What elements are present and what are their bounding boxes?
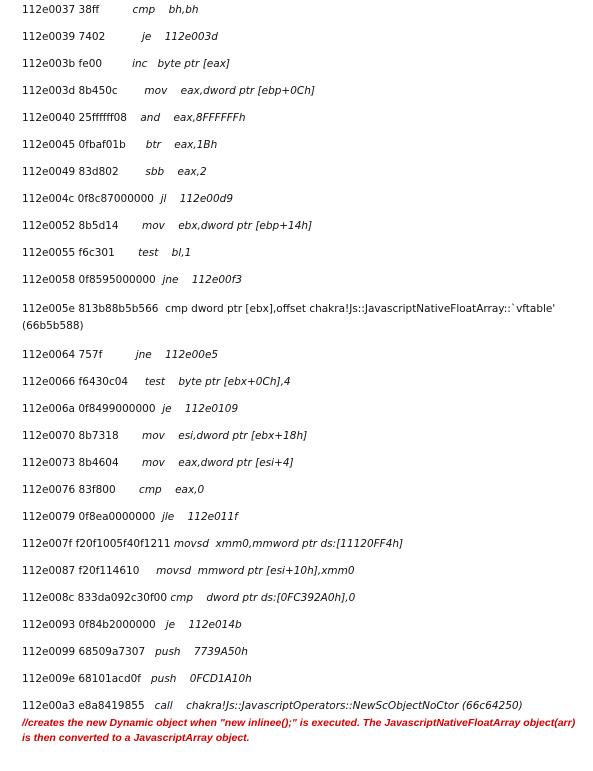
address: 112e008c 833da092c30f00	[22, 592, 168, 604]
asm-line: 112e0045 0fbaf01b btr eax,1Bh	[22, 139, 217, 152]
instruction: btr eax,1Bh	[145, 139, 218, 151]
instruction: mov ebx,dword ptr [ebp+14h]	[142, 220, 313, 232]
asm-line: 112e0037 38ff cmp bh,bh	[22, 4, 199, 17]
address: 112e0037 38ff	[22, 4, 100, 16]
instruction: jne 112e00f3	[162, 274, 243, 286]
asm-line: 112e0073 8b4604 mov eax,dword ptr [esi+4…	[22, 457, 294, 470]
address: 112e003b fe00	[22, 58, 103, 70]
address: 112e0087 f20f114610	[22, 565, 140, 577]
instruction: je 112e003d	[142, 31, 218, 43]
address: 112e005e 813b88b5b566	[22, 303, 159, 315]
asm-line: 112e003d 8b450c mov eax,dword ptr [ebp+0…	[22, 85, 315, 98]
address: 112e0073 8b4604	[22, 457, 119, 469]
instruction: jle 112e011f	[161, 511, 238, 523]
instruction: sbb eax,2	[145, 166, 207, 178]
instruction: movsd mmword ptr [esi+10h],xmm0	[156, 565, 355, 577]
address: 112e0045 0fbaf01b	[22, 139, 126, 151]
address: 112e0093 0f84b2000000	[22, 619, 156, 631]
instruction: and eax,8FFFFFFh	[140, 112, 246, 124]
address: 112e009e 68101acd0f	[22, 673, 141, 685]
address: 112e0040 25ffffff08	[22, 112, 127, 124]
asm-line: 112e0039 7402 je 112e003d	[22, 31, 218, 44]
instruction: cmp dword ptr ds:[0FC392A0h],0	[170, 592, 356, 604]
asm-line: 112e008c 833da092c30f00 cmp dword ptr ds…	[22, 592, 355, 605]
address: 112e0070 8b7318	[22, 430, 119, 442]
asm-line: 112e0064 757f jne 112e00e5	[22, 349, 218, 362]
asm-line: 112e0040 25ffffff08 and eax,8FFFFFFh	[22, 112, 245, 125]
instruction: jne 112e00e5	[135, 349, 219, 361]
code-comment: //creates the new Dynamic object when "n…	[22, 717, 576, 744]
asm-line: 112e0079 0f8ea0000000 jle 112e011f	[22, 511, 238, 524]
address: 112e0064 757f	[22, 349, 103, 361]
asm-line: 112e009e 68101acd0f push 0FCD1A10h	[22, 673, 252, 686]
asm-line: 112e006a 0f8499000000 je 112e0109	[22, 403, 238, 416]
instruction: test byte ptr [ebx+0Ch],4	[144, 376, 291, 388]
instruction: mov esi,dword ptr [ebx+18h]	[142, 430, 308, 442]
address: 112e0066 f6430c04	[22, 376, 129, 388]
asm-line: 112e0052 8b5d14 mov ebx,dword ptr [ebp+1…	[22, 220, 312, 233]
asm-line: 112e0055 f6c301 test bl,1	[22, 247, 191, 260]
address: 112e006a 0f8499000000	[22, 403, 156, 415]
instruction: test bl,1	[138, 247, 192, 259]
instruction: cmp bh,bh	[132, 4, 199, 16]
asm-line: 112e0087 f20f114610 movsd mmword ptr [es…	[22, 565, 355, 578]
asm-line: 112e003b fe00 inc byte ptr [eax]	[22, 58, 230, 71]
address: 112e0039 7402	[22, 31, 106, 43]
instruction: push 0FCD1A10h	[151, 673, 252, 685]
address: 112e0079 0f8ea0000000	[22, 511, 156, 523]
asm-line: 112e004c 0f8c87000000 jl 112e00d9	[22, 193, 233, 206]
asm-line: 112e0093 0f84b2000000 je 112e014b	[22, 619, 242, 632]
asm-line: 112e00a3 e8a8419855 call chakra!Js::Java…	[22, 700, 523, 713]
asm-line-wrapped: 112e005e 813b88b5b566 cmp dword ptr [ebx…	[22, 301, 587, 335]
asm-line: 112e007f f20f1005f40f1211 movsd xmm0,mmw…	[22, 538, 403, 551]
instruction: push 7739A50h	[155, 646, 248, 658]
address: 112e004c 0f8c87000000	[22, 193, 154, 205]
instruction: cmp eax,0	[139, 484, 205, 496]
address: 112e0055 f6c301	[22, 247, 115, 259]
asm-line: 112e0049 83d802 sbb eax,2	[22, 166, 207, 179]
instruction: inc byte ptr [eax]	[132, 58, 230, 70]
address: 112e007f f20f1005f40f1211	[22, 538, 171, 550]
instruction: mov eax,dword ptr [esi+4]	[142, 457, 294, 469]
asm-line: 112e0058 0f8595000000 jne 112e00f3	[22, 274, 242, 287]
instruction: jl 112e00d9	[160, 193, 234, 205]
instruction: movsd xmm0,mmword ptr ds:[11120FF4h]	[173, 538, 404, 550]
asm-line: 112e0099 68509a7307 push 7739A50h	[22, 646, 248, 659]
instruction: je 112e014b	[165, 619, 242, 631]
address: 112e0076 83f800	[22, 484, 116, 496]
asm-line: 112e0066 f6430c04 test byte ptr [ebx+0Ch…	[22, 376, 291, 389]
address: 112e0049 83d802	[22, 166, 119, 178]
address: 112e003d 8b450c	[22, 85, 118, 97]
address: 112e0099 68509a7307	[22, 646, 146, 658]
asm-line: 112e0070 8b7318 mov esi,dword ptr [ebx+1…	[22, 430, 307, 443]
asm-line: 112e0076 83f800 cmp eax,0	[22, 484, 204, 497]
address: 112e00a3 e8a8419855	[22, 700, 145, 712]
instruction: je 112e0109	[162, 403, 239, 415]
instruction: mov eax,dword ptr [ebp+0Ch]	[144, 85, 315, 97]
address: 112e0058 0f8595000000	[22, 274, 156, 286]
instruction: call chakra!Js::JavascriptOperators::New…	[154, 700, 523, 712]
disassembly-document: 112e0037 38ff cmp bh,bh 112e0039 7402 je…	[0, 0, 593, 771]
address: 112e0052 8b5d14	[22, 220, 119, 232]
